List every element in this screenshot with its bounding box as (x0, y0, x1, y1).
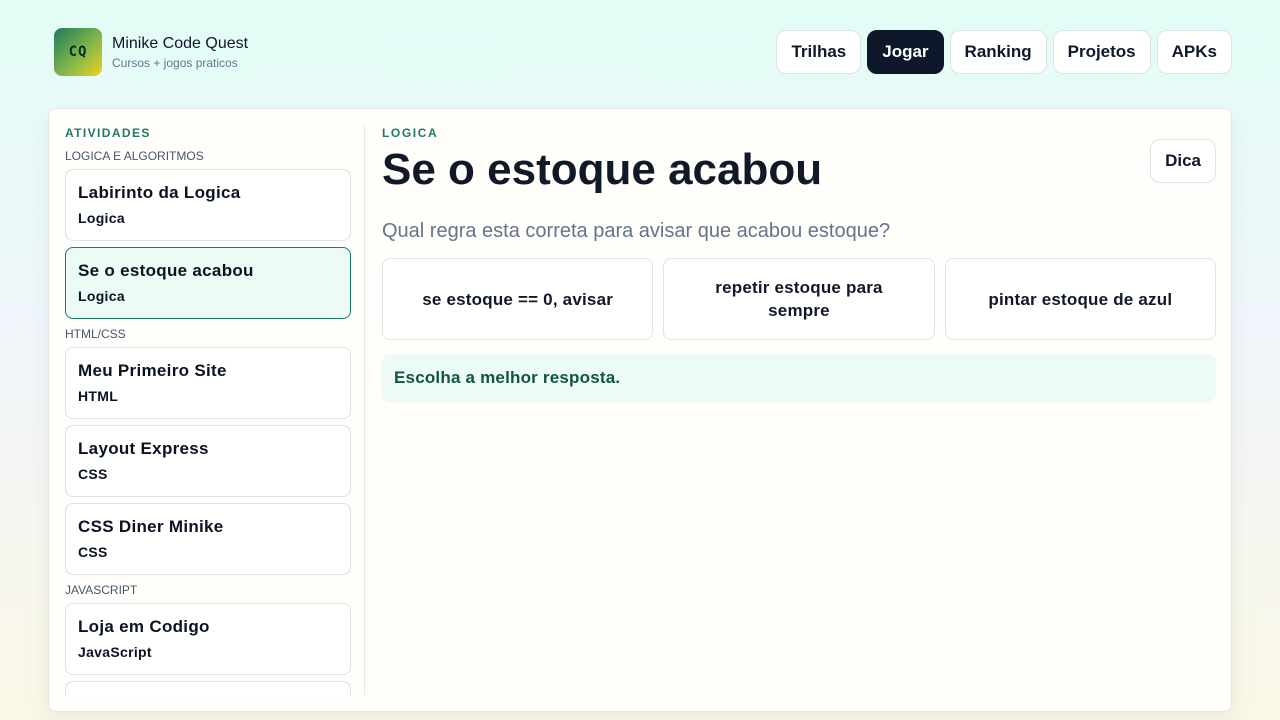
sidebar-item-loja-codigo[interactable]: Loja em Codigo JavaScript (65, 603, 351, 675)
answer-options: se estoque == 0, avisar repetir estoque … (382, 258, 1216, 340)
sidebar-item-title: Labirinto da Logica (78, 183, 241, 202)
brand[interactable]: CQ Minike Code Quest Cursos + jogos prat… (54, 28, 248, 76)
sidebar-item-tag: Logica (78, 210, 125, 226)
logo: CQ (54, 28, 102, 76)
nav-ranking-button[interactable]: Ranking (949, 30, 1047, 74)
nav-trilhas-button[interactable]: Trilhas (776, 30, 862, 74)
sidebar-item-tag: Logica (78, 288, 125, 304)
sidebar-item-tag: JavaScript (78, 644, 152, 660)
sidebar-group-label: JAVASCRIPT (65, 583, 138, 597)
activity-sidebar[interactable]: ATIVIDADES LOGICA E ALGORITMOS Labirinto… (65, 125, 351, 695)
nav-projetos-button[interactable]: Projetos (1052, 30, 1151, 74)
top-nav: Trilhas Jogar Ranking Projetos APKs (776, 30, 1232, 74)
hint-button[interactable]: Dica (1150, 139, 1216, 183)
sidebar-item-layout-express[interactable]: Layout Express CSS (65, 425, 351, 497)
sidebar-item-tag: HTML (78, 388, 119, 404)
sidebar-item-tag: CSS (78, 466, 108, 482)
answer-option-3[interactable]: pintar estoque de azul (944, 258, 1216, 340)
activity-category: LOGICA (382, 126, 439, 140)
question-text: Qual regra esta correta para avisar que … (382, 220, 891, 242)
nav-jogar-button[interactable]: Jogar (867, 30, 944, 74)
sidebar-item-labirinto[interactable]: Labirinto da Logica Logica (65, 169, 351, 241)
sidebar-divider (364, 125, 365, 695)
brand-text: Minike Code Quest Cursos + jogos pratico… (112, 35, 248, 70)
answer-option-1[interactable]: se estoque == 0, avisar (382, 258, 654, 340)
nav-apks-button[interactable]: APKs (1156, 30, 1232, 74)
sidebar-item-title: Meu Primeiro Site (78, 361, 227, 380)
sidebar-item-primeiro-site[interactable]: Meu Primeiro Site HTML (65, 347, 351, 419)
activity-title: Se o estoque acabou (382, 145, 823, 194)
sidebar-title: ATIVIDADES (65, 126, 151, 140)
app-title: Minike Code Quest (112, 34, 249, 52)
app-subtitle: Cursos + jogos praticos (112, 55, 238, 70)
sidebar-item-title: Se o estoque acabou (78, 261, 254, 280)
sidebar-group-label: HTML/CSS (65, 327, 126, 341)
sidebar-item-title: Loja em Codigo (78, 617, 210, 636)
answer-option-2[interactable]: repetir estoque para sempre (663, 258, 935, 340)
activity-panel: LOGICA Se o estoque acabou Dica Qual reg… (382, 125, 1216, 402)
sidebar-item-tag: CSS (78, 544, 108, 560)
sidebar-item-partial[interactable] (65, 681, 351, 695)
feedback-message: Escolha a melhor resposta. (382, 354, 1216, 402)
sidebar-item-estoque[interactable]: Se o estoque acabou Logica (65, 247, 351, 319)
main-card: ATIVIDADES LOGICA E ALGORITMOS Labirinto… (48, 108, 1232, 712)
sidebar-item-title: CSS Diner Minike (78, 517, 224, 536)
sidebar-item-title: Layout Express (78, 439, 209, 458)
sidebar-item-css-diner[interactable]: CSS Diner Minike CSS (65, 503, 351, 575)
sidebar-group-label: LOGICA E ALGORITMOS (65, 149, 204, 163)
